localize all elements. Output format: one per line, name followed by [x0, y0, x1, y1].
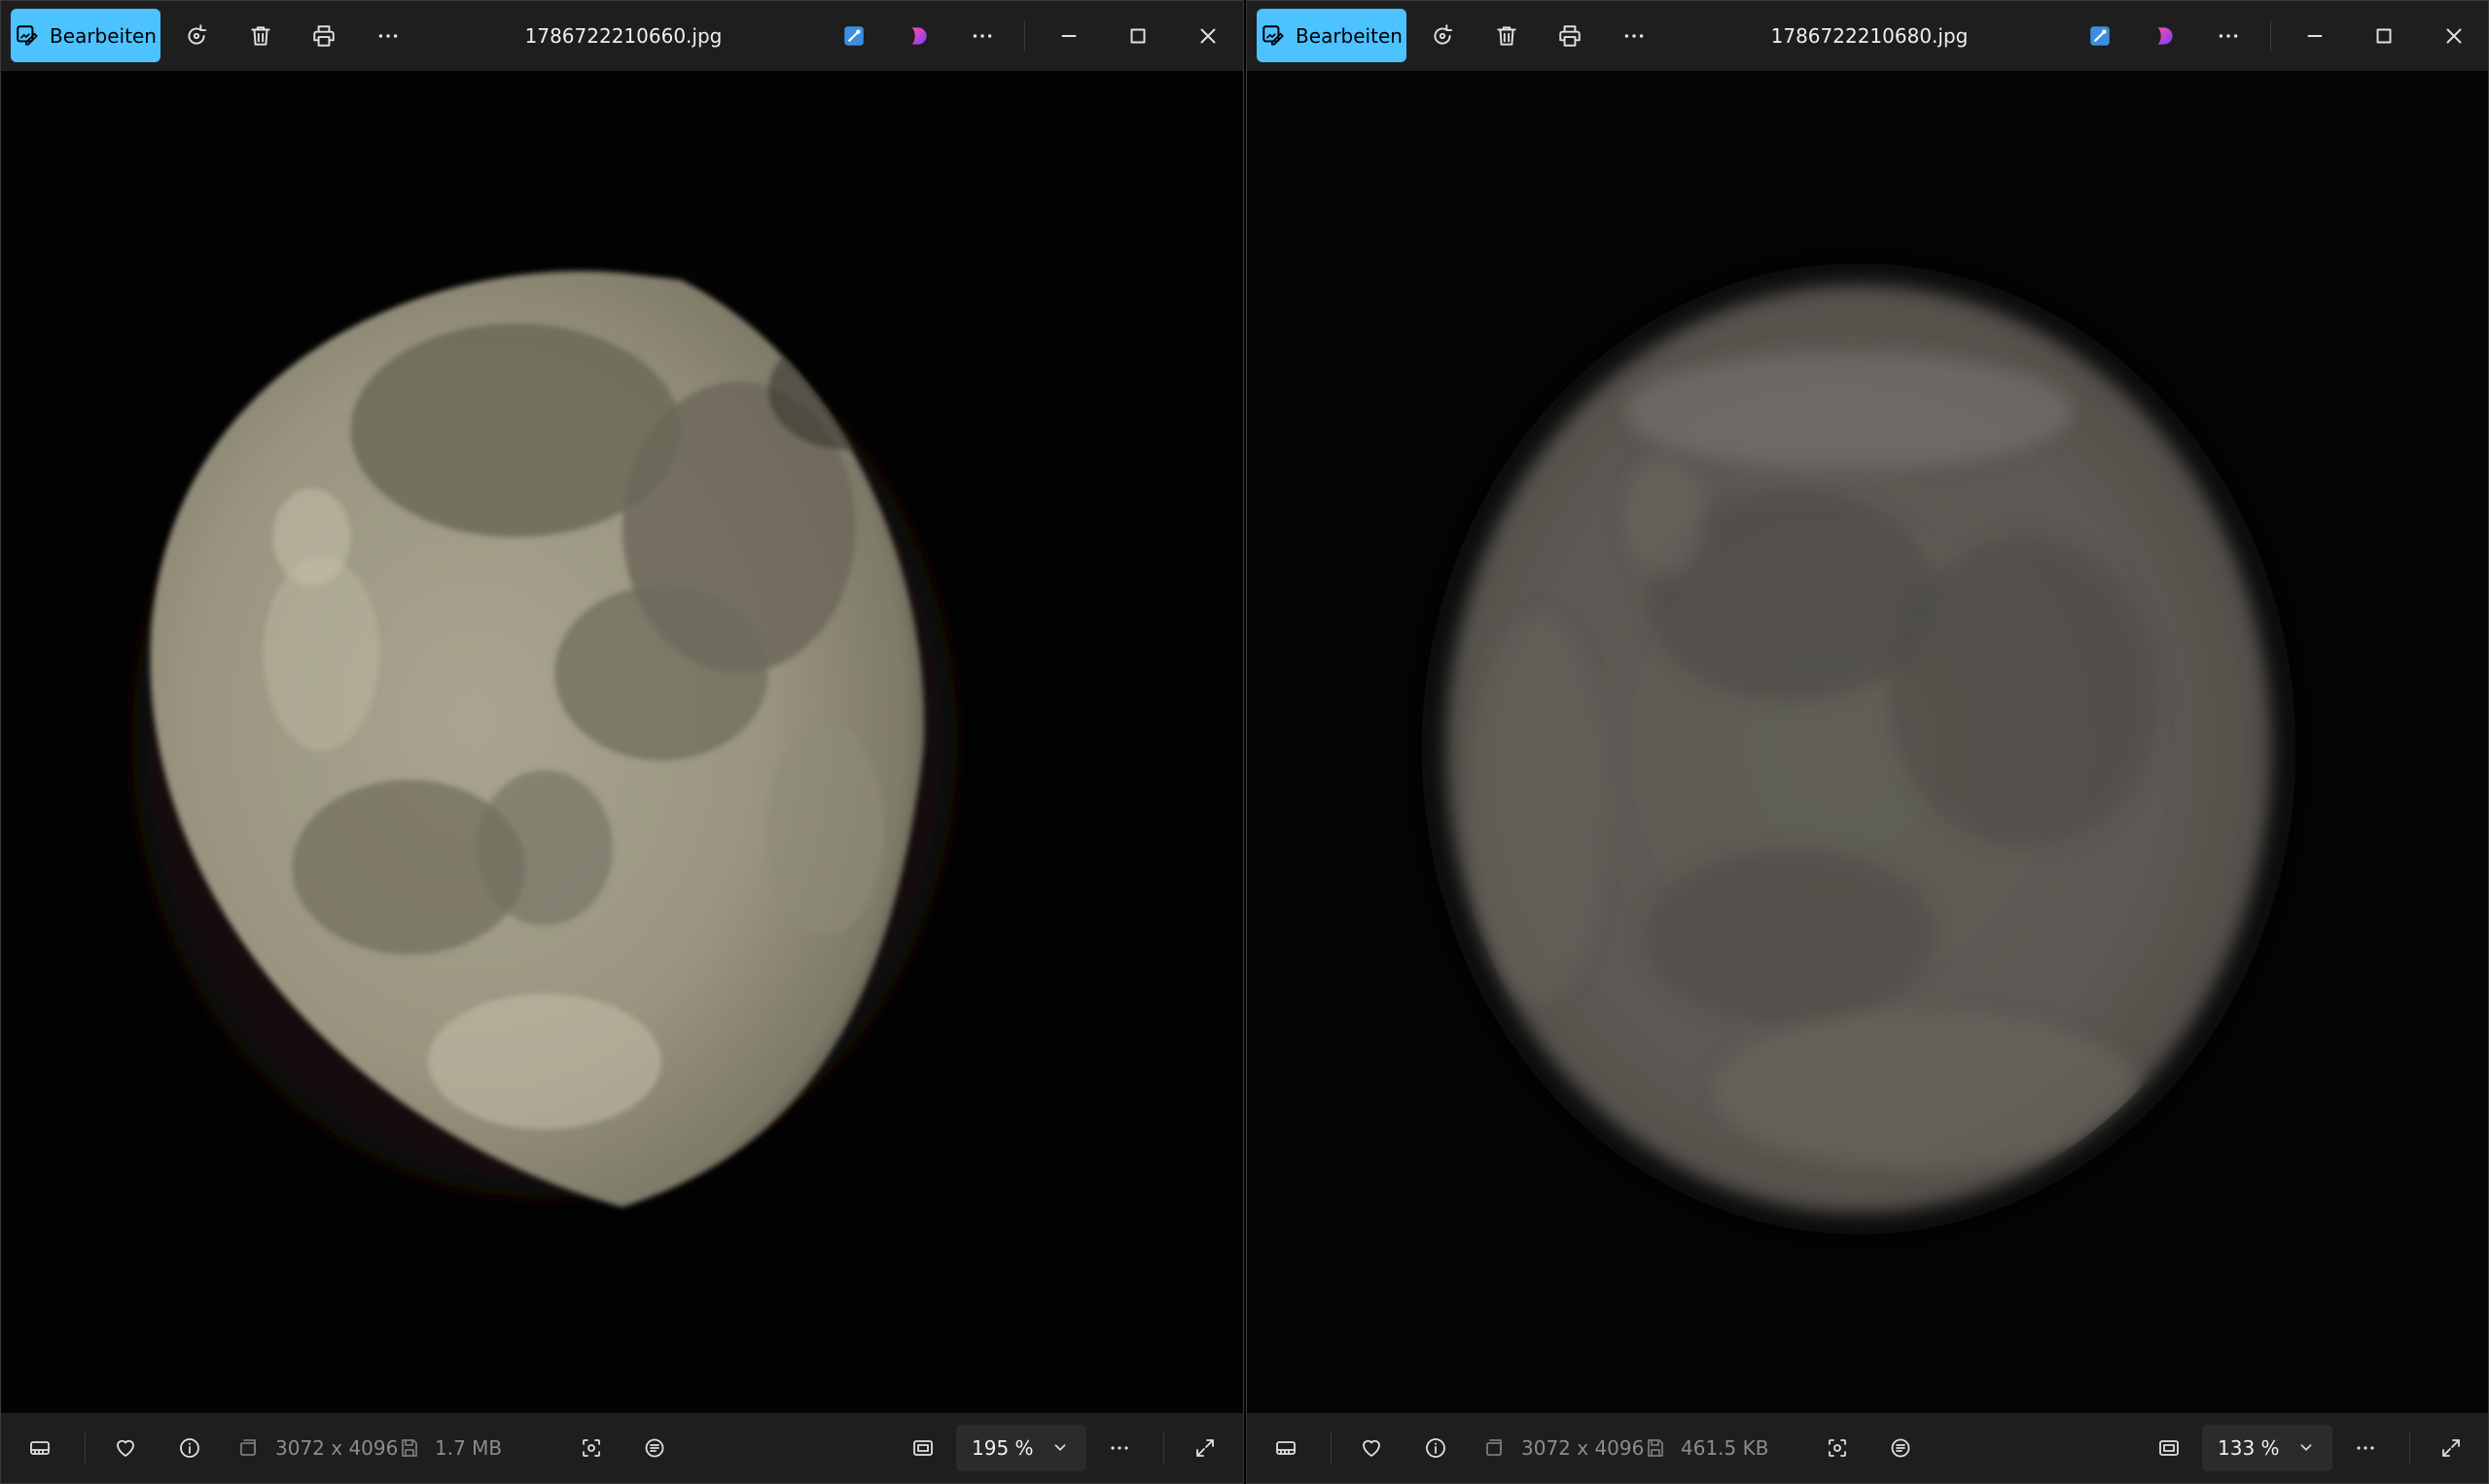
filmstrip-icon[interactable]: [20, 1429, 59, 1467]
moon-photo: [1, 71, 1243, 1413]
maximize-icon[interactable]: [1119, 17, 1157, 55]
file-size: 461.5 KB: [1681, 1436, 1769, 1460]
visual-search-icon[interactable]: [1818, 1429, 1857, 1467]
file-name: 1786722210660.jpg: [524, 24, 723, 48]
edit-button-label: Bearbeiten: [1296, 23, 1403, 48]
status-bar: 3072 x 4096 1.7 MB 195 %: [1, 1413, 1243, 1483]
zoom-level: 195 %: [972, 1436, 1034, 1460]
edit-image-icon: [1262, 24, 1285, 46]
close-icon[interactable]: [1189, 17, 1227, 55]
title-bar: Bearbeiten 1786722210660.jpg: [1, 1, 1243, 71]
clipchamp-app-icon[interactable]: [2146, 17, 2185, 55]
minimize-icon[interactable]: [1049, 17, 1088, 55]
divider: [2270, 20, 2271, 52]
file-size-icon: [1636, 1429, 1675, 1467]
more-apps-icon[interactable]: [2209, 17, 2248, 55]
title-bar: Bearbeiten 1786722210680.jpg: [1247, 1, 2488, 71]
visual-search-icon[interactable]: [572, 1429, 611, 1467]
dimensions-icon: [229, 1429, 267, 1467]
print-icon[interactable]: [304, 17, 343, 55]
file-name: 1786722210680.jpg: [1770, 24, 1969, 48]
chevron-down-icon: [2300, 1444, 2312, 1451]
photo-viewer-window-right: Bearbeiten 1786722210680.jpg 3072 x 4096…: [1246, 0, 2489, 1484]
designer-app-icon[interactable]: [835, 17, 873, 55]
favorite-heart-icon[interactable]: [106, 1429, 145, 1467]
close-icon[interactable]: [2435, 17, 2473, 55]
more-options-icon[interactable]: [1615, 17, 1653, 55]
image-dimensions: 3072 x 4096: [275, 1436, 399, 1460]
text-extract-icon[interactable]: [1881, 1429, 1920, 1467]
image-canvas[interactable]: [1, 71, 1243, 1413]
file-size-icon: [390, 1429, 429, 1467]
delete-icon[interactable]: [1487, 17, 1526, 55]
divider: [1024, 20, 1025, 52]
maximize-icon[interactable]: [2365, 17, 2403, 55]
delete-icon[interactable]: [241, 17, 280, 55]
zoom-level: 133 %: [2218, 1436, 2280, 1460]
dimensions-icon: [1475, 1429, 1513, 1467]
fit-to-window-icon[interactable]: [904, 1429, 942, 1467]
rotate-icon[interactable]: [177, 17, 216, 55]
minimize-icon[interactable]: [2295, 17, 2334, 55]
fit-to-window-icon[interactable]: [2150, 1429, 2188, 1467]
divider: [1331, 1432, 1332, 1464]
text-extract-icon[interactable]: [635, 1429, 674, 1467]
more-options-icon[interactable]: [2346, 1429, 2385, 1467]
divider: [85, 1432, 86, 1464]
favorite-heart-icon[interactable]: [1352, 1429, 1391, 1467]
more-options-icon[interactable]: [369, 17, 408, 55]
zoom-dropdown[interactable]: 195 %: [956, 1425, 1086, 1471]
moon-photo: [1247, 71, 2488, 1413]
chevron-down-icon: [1054, 1444, 1066, 1451]
more-apps-icon[interactable]: [963, 17, 1002, 55]
clipchamp-app-icon[interactable]: [900, 17, 939, 55]
edit-button[interactable]: Bearbeiten: [1257, 9, 1406, 62]
divider: [1163, 1432, 1164, 1464]
image-canvas[interactable]: [1247, 71, 2488, 1413]
edit-image-icon: [17, 24, 39, 46]
filmstrip-icon[interactable]: [1266, 1429, 1305, 1467]
zoom-dropdown[interactable]: 133 %: [2202, 1425, 2332, 1471]
rotate-icon[interactable]: [1423, 17, 1462, 55]
divider: [2409, 1432, 2410, 1464]
edit-button[interactable]: Bearbeiten: [11, 9, 160, 62]
info-icon[interactable]: [1416, 1429, 1455, 1467]
info-icon[interactable]: [170, 1429, 209, 1467]
more-options-icon[interactable]: [1100, 1429, 1139, 1467]
photo-viewer-window-left: Bearbeiten 1786722210660.jpg 3072 x 4096…: [0, 0, 1244, 1484]
designer-app-icon[interactable]: [2080, 17, 2119, 55]
fullscreen-icon[interactable]: [2432, 1429, 2471, 1467]
print-icon[interactable]: [1550, 17, 1589, 55]
image-dimensions: 3072 x 4096: [1521, 1436, 1645, 1460]
fullscreen-icon[interactable]: [1186, 1429, 1225, 1467]
edit-button-label: Bearbeiten: [50, 23, 157, 48]
file-size: 1.7 MB: [435, 1436, 503, 1460]
status-bar: 3072 x 4096 461.5 KB 133 %: [1247, 1413, 2488, 1483]
